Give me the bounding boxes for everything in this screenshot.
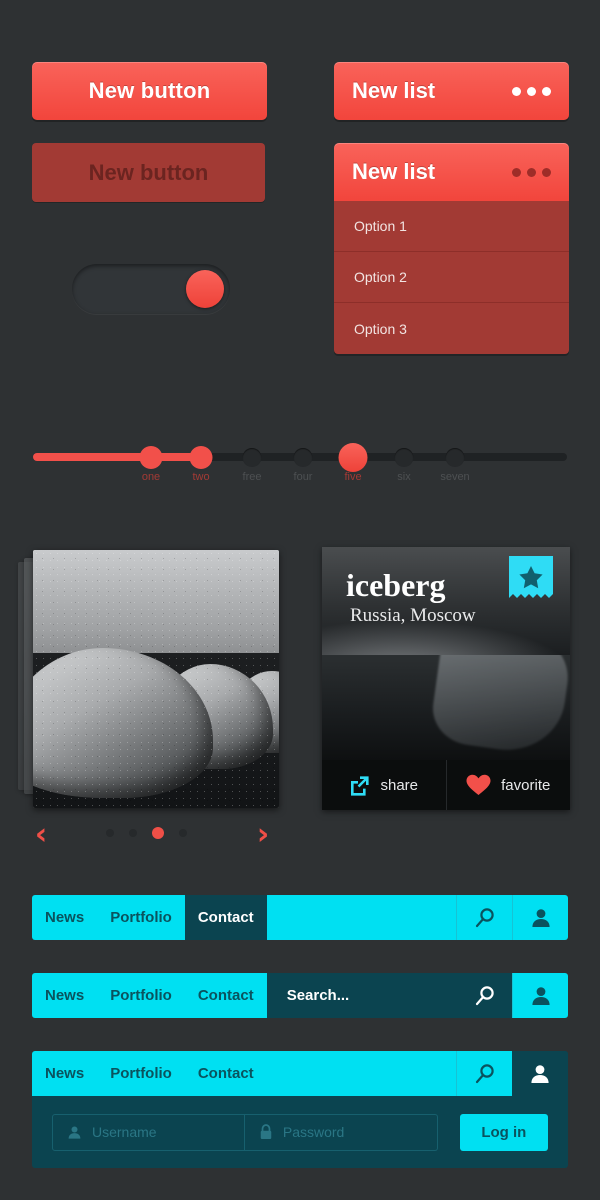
navbar-1-links: News Portfolio Contact <box>32 895 267 940</box>
search-button[interactable] <box>456 895 512 940</box>
slider-label-two: two <box>192 471 210 483</box>
slider-knob-four[interactable] <box>293 448 313 467</box>
iceberg-card-subtitle: Russia, Moscow <box>350 605 476 626</box>
pager-dot[interactable] <box>129 829 137 837</box>
user-icon <box>530 907 552 929</box>
slider-knob-seven[interactable] <box>445 448 465 467</box>
search-input[interactable]: Search... <box>266 973 512 1018</box>
nav-link-contact[interactable]: Contact <box>184 895 267 940</box>
search-button[interactable] <box>456 1051 512 1096</box>
slider-knob-one[interactable] <box>139 446 163 469</box>
favorite-button[interactable]: favorite <box>445 760 571 810</box>
new-button-primary[interactable]: New button <box>32 62 267 120</box>
heart-icon <box>466 774 491 796</box>
user-button[interactable] <box>512 895 568 940</box>
pager-dot-active[interactable] <box>152 827 164 839</box>
toggle-knob[interactable] <box>186 270 224 308</box>
nav-link-contact[interactable]: Contact <box>185 973 267 1018</box>
iceberg-card-header: iceberg Russia, Moscow <box>322 547 570 655</box>
new-list-collapsed-header[interactable]: New list <box>334 62 569 120</box>
search-icon <box>474 907 496 929</box>
login-button[interactable]: Log in <box>459 1113 548 1151</box>
nav-link-portfolio[interactable]: Portfolio <box>97 973 185 1018</box>
carousel-photo[interactable] <box>33 550 279 808</box>
slider-knob-two[interactable] <box>189 446 213 469</box>
nav-link-news[interactable]: News <box>32 895 97 940</box>
slider-label-one: one <box>141 471 161 483</box>
search-input-placeholder: Search... <box>286 987 350 1004</box>
user-button[interactable] <box>512 973 568 1018</box>
share-button[interactable]: share <box>322 760 446 810</box>
pager-dot[interactable] <box>106 829 114 837</box>
ui-kit-page: New button New button New list New list … <box>0 0 600 1200</box>
navbar-2-links: News Portfolio Contact <box>32 973 267 1018</box>
search-icon <box>474 1063 496 1085</box>
slider-track-fill <box>33 453 201 461</box>
slider-label-seven: seven <box>440 471 470 483</box>
ellipsis-icon[interactable] <box>512 86 551 96</box>
slider-knob-five[interactable] <box>338 443 368 472</box>
slider-knob-free[interactable] <box>242 448 262 467</box>
carousel-controls: ‹ › <box>18 818 280 852</box>
search-icon[interactable] <box>474 985 496 1007</box>
iceberg-card-photo <box>322 655 570 760</box>
carousel-pager <box>106 827 187 839</box>
slider-label-six: six <box>397 471 411 483</box>
iceberg-card: iceberg Russia, Moscow share favorite <box>322 547 570 810</box>
slider-knob-six[interactable] <box>394 448 414 467</box>
share-icon <box>349 775 370 796</box>
step-slider[interactable]: one two free four five six seven <box>33 440 567 490</box>
login-panel: Username Password Log in <box>32 1096 568 1168</box>
slider-label-five: five <box>344 471 362 483</box>
new-list-collapsed-title: New list <box>352 78 436 103</box>
navbar-with-login: News Portfolio Contact <box>32 1051 568 1096</box>
nav-link-news[interactable]: News <box>32 1051 97 1096</box>
nav-link-contact[interactable]: Contact <box>185 1051 267 1096</box>
pager-dot[interactable] <box>179 829 187 837</box>
nav-link-portfolio[interactable]: Portfolio <box>97 895 185 940</box>
navbar-1-spacer <box>266 895 456 940</box>
nav-link-portfolio[interactable]: Portfolio <box>97 1051 185 1096</box>
navbar-3-spacer <box>266 1051 456 1096</box>
share-label: share <box>380 776 419 794</box>
new-list-open-header[interactable]: New list <box>334 143 569 201</box>
chevron-left-icon[interactable]: ‹ <box>28 820 54 850</box>
user-icon <box>529 1063 551 1085</box>
list-item[interactable]: Option 2 <box>334 252 569 303</box>
password-field[interactable]: Password <box>244 1113 438 1151</box>
photo-carousel <box>18 548 280 810</box>
new-list-options: Option 1 Option 2 Option 3 <box>334 201 569 354</box>
nav-link-news[interactable]: News <box>32 973 97 1018</box>
navbar-3-links: News Portfolio Contact <box>32 1051 267 1096</box>
photo-texture <box>33 550 279 808</box>
slider-label-free: free <box>242 471 262 483</box>
new-list-open-title: New list <box>352 159 436 184</box>
slider-label-four: four <box>293 471 313 483</box>
username-field[interactable]: Username <box>52 1113 245 1151</box>
ellipsis-icon[interactable] <box>512 167 551 177</box>
password-placeholder: Password <box>282 1124 345 1140</box>
iceberg-card-title: iceberg <box>346 567 446 603</box>
list-item[interactable]: Option 3 <box>334 303 569 354</box>
iceberg-shape <box>428 655 570 758</box>
toggle-switch[interactable] <box>72 264 230 314</box>
chevron-right-icon[interactable]: › <box>250 820 276 850</box>
username-placeholder: Username <box>92 1124 157 1140</box>
user-icon <box>67 1125 82 1140</box>
user-button[interactable] <box>512 1051 568 1096</box>
navbar-with-search: News Portfolio Contact Search... <box>32 973 568 1018</box>
list-item[interactable]: Option 1 <box>334 201 569 252</box>
new-button-disabled[interactable]: New button <box>32 143 265 202</box>
user-icon <box>530 985 552 1007</box>
navbar-basic: News Portfolio Contact <box>32 895 568 940</box>
star-ribbon-icon[interactable] <box>509 556 553 602</box>
lock-icon <box>259 1124 273 1140</box>
favorite-label: favorite <box>501 776 551 794</box>
iceberg-card-actions: share favorite <box>322 760 570 810</box>
